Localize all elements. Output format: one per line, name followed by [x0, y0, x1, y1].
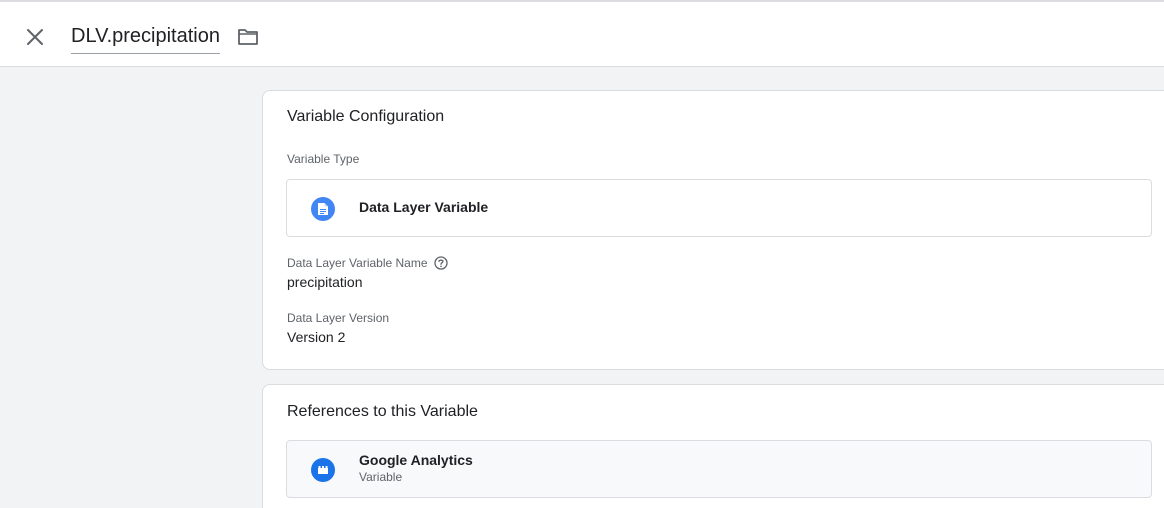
folder-icon	[238, 29, 258, 45]
help-icon[interactable]	[433, 256, 448, 270]
dlv-name-value: precipitation	[287, 274, 363, 290]
version-label: Data Layer Version	[287, 311, 389, 325]
title-field[interactable]: DLV.precipitation	[71, 22, 220, 54]
folder-button[interactable]	[236, 25, 260, 49]
dlv-name-label-text: Data Layer Variable Name	[287, 256, 428, 270]
document-icon	[311, 197, 335, 221]
building-blocks-icon	[311, 458, 335, 482]
close-icon	[27, 29, 43, 45]
close-button[interactable]	[22, 24, 48, 50]
variable-type-label: Variable Type	[287, 152, 359, 166]
blocks-glyph	[318, 466, 328, 474]
references-title: References to this Variable	[287, 403, 478, 420]
card-title: Variable Configuration	[287, 108, 445, 125]
variable-type-selector[interactable]: Data Layer Variable	[286, 179, 1152, 237]
variable-configuration-card[interactable]: Variable Configuration Variable Type Dat…	[262, 90, 1164, 370]
reference-subtitle: Variable	[359, 470, 403, 484]
dlv-name-label: Data Layer Variable Name	[287, 256, 448, 270]
references-card: References to this Variable Google Analy…	[262, 384, 1164, 508]
variable-type-name: Data Layer Variable	[359, 199, 489, 215]
version-label-text: Data Layer Version	[287, 311, 390, 325]
variable-type-label-text: Variable Type	[287, 152, 360, 166]
version-value: Version 2	[287, 329, 346, 345]
reference-name: Google Analytics	[359, 452, 473, 468]
top-bar: DLV.precipitation	[0, 0, 1164, 67]
reference-item[interactable]: Google Analytics Variable	[286, 440, 1152, 498]
page-title: DLV.precipitation	[71, 25, 220, 47]
document-glyph	[318, 203, 328, 215]
